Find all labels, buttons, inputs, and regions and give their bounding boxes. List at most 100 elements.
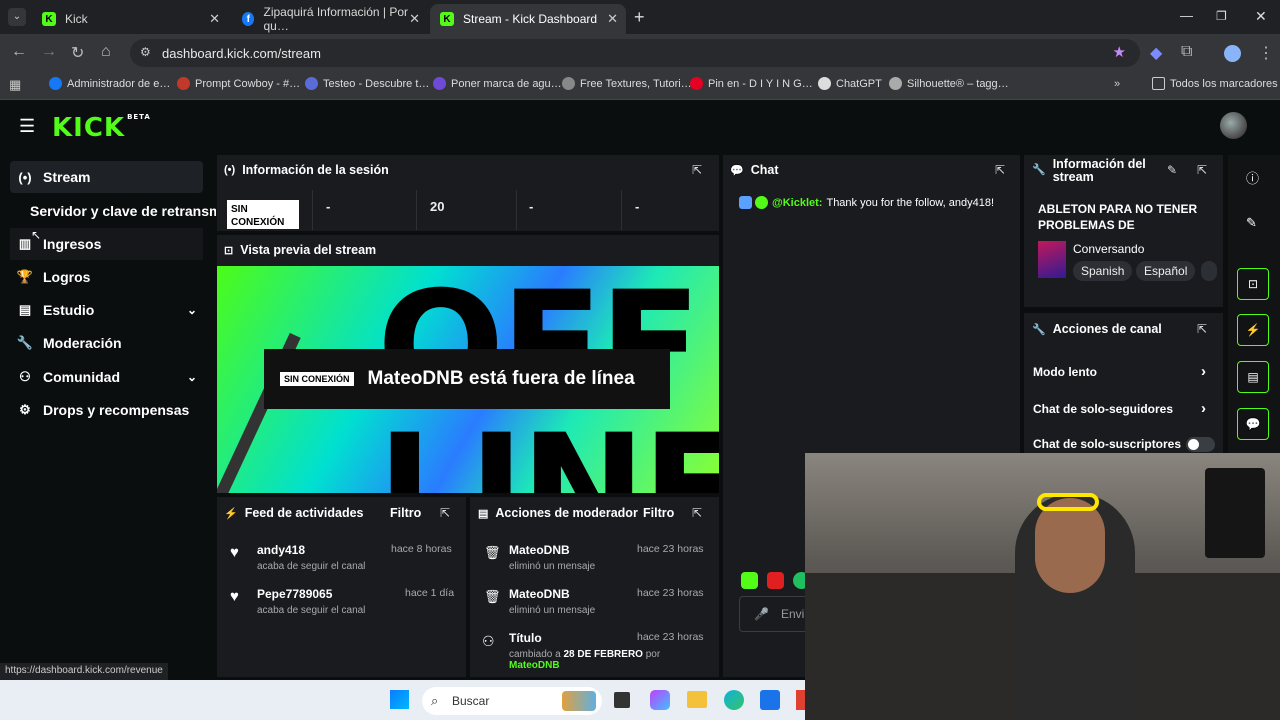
edge-icon[interactable] [724, 690, 744, 710]
close-icon[interactable]: ✕ [209, 11, 220, 27]
filter-button[interactable]: Filtro [390, 506, 421, 520]
kick-favicon-icon: K [440, 12, 454, 26]
chevron-right-icon: › [1201, 400, 1206, 417]
back-icon[interactable]: ← [11, 43, 27, 61]
mod-user: Título [509, 631, 542, 645]
logo-beta-tag: BETA [127, 113, 151, 121]
star-icon[interactable]: ★ [1113, 43, 1126, 61]
user-avatar[interactable] [1220, 112, 1247, 139]
emote-icon[interactable] [741, 572, 758, 589]
facebook-favicon-icon: f [242, 12, 255, 26]
explorer-icon[interactable] [687, 691, 707, 708]
hamburger-menu-icon[interactable]: ☰ [19, 116, 35, 137]
restore-button[interactable]: ❐ [1216, 9, 1227, 23]
popout-icon[interactable]: ⇱ [1197, 163, 1207, 177]
tab-zipaquira[interactable]: f Zipaquirá Información | Por qu… ✕ [232, 4, 428, 34]
edit-pencil-icon[interactable]: ✎ [1246, 215, 1257, 231]
category-name[interactable]: Conversando [1073, 242, 1144, 256]
chevron-down-icon[interactable]: ⌄ [187, 303, 197, 317]
minimize-button[interactable]: — [1180, 8, 1193, 23]
chevron-down-icon[interactable]: ⌄ [187, 370, 197, 384]
prompt-icon [177, 77, 190, 90]
sidebar-item-drops[interactable]: ⚙ Drops y recompensas [10, 394, 203, 426]
sidebar-item-logros[interactable]: 🏆 Logros [10, 261, 203, 293]
chrome-icon[interactable] [796, 690, 805, 710]
sidebar-item-comunidad[interactable]: ⚇ Comunidad ⌄ [10, 361, 203, 393]
popout-icon[interactable]: ⇱ [692, 163, 702, 177]
sidebar-item-servidor[interactable]: Servidor y clave de retransm [24, 195, 216, 227]
store-icon[interactable] [760, 690, 780, 710]
user-edit-icon: ⚇ [482, 633, 495, 649]
filter-button[interactable]: Filtro [643, 506, 674, 520]
popout-icon[interactable]: ⇱ [995, 163, 1005, 177]
kick-logo[interactable]: KICK BETA [52, 113, 151, 143]
edit-pencil-icon[interactable]: ✎ [1167, 163, 1177, 177]
search-highlight-icon [562, 691, 596, 711]
tab-kick-dashboard[interactable]: K Stream - Kick Dashboard ✕ [430, 4, 626, 34]
bookmark-item[interactable]: Pin en - D I Y I N G… [690, 77, 813, 90]
emote-icon[interactable] [767, 572, 784, 589]
home-icon[interactable]: ⌂ [101, 43, 111, 61]
extension-icon[interactable]: ◆ [1150, 43, 1162, 63]
new-tab-button[interactable]: + [634, 7, 645, 28]
kick-favicon-icon: K [42, 12, 56, 26]
chat-bubble-icon: 💬 [730, 164, 744, 177]
sidebar-item-stream[interactable]: (•) Stream [10, 161, 203, 193]
info-icon[interactable]: ⓘ [1246, 168, 1259, 187]
subscribers-only-row[interactable]: Chat de solo-suscriptores [1033, 437, 1215, 452]
tab-kick[interactable]: K Kick ✕ [32, 4, 228, 34]
bookmark-item[interactable]: Poner marca de agu… [433, 77, 562, 90]
close-icon[interactable]: ✕ [607, 11, 618, 27]
chat-username[interactable]: @Kicklet: [772, 197, 822, 209]
more-bookmarks-icon[interactable]: » [1114, 78, 1120, 90]
chat-input[interactable]: 🎤 Envi [739, 596, 809, 632]
rail-preview-button[interactable]: ⊡ [1237, 268, 1269, 300]
silhouette-icon [889, 77, 902, 90]
puzzle-icon[interactable]: ⧉ [1181, 43, 1192, 61]
window-close-button[interactable]: ✕ [1255, 8, 1267, 25]
reload-icon[interactable]: ↻ [71, 43, 84, 63]
rail-modactions-button[interactable]: ▤ [1237, 361, 1269, 393]
tag-chip[interactable]: Español [1136, 261, 1196, 281]
sidebar-item-estudio[interactable]: ▤ Estudio ⌄ [10, 294, 203, 326]
menu-dots-icon[interactable]: ⋮ [1258, 43, 1274, 63]
site-info-icon[interactable]: ⚙ [140, 45, 151, 59]
popout-icon[interactable]: ⇱ [692, 506, 702, 520]
apps-grid-icon[interactable]: ▦ [9, 77, 21, 93]
subscribers-only-toggle[interactable] [1186, 437, 1215, 452]
popout-icon[interactable]: ⇱ [1197, 322, 1207, 336]
trash-icon: 🗑 [484, 545, 501, 560]
tag-chip[interactable]: Spanish [1073, 261, 1133, 281]
all-bookmarks[interactable]: Todos los marcadores [1152, 77, 1278, 90]
forward-icon[interactable]: → [41, 43, 57, 61]
slow-mode-row[interactable]: Modo lento › [1033, 363, 1213, 380]
bookmark-item[interactable]: Testeo - Descubre t… [305, 77, 429, 90]
windows-start-icon[interactable] [390, 690, 409, 709]
bookmark-item[interactable]: Free Textures, Tutori… [562, 77, 692, 90]
bookmark-item[interactable]: Silhouette® – tagg… [889, 77, 1009, 90]
microphone-icon[interactable]: 🎤 [754, 607, 769, 621]
followers-only-row[interactable]: Chat de solo-seguidores › [1033, 400, 1213, 417]
category-thumbnail[interactable] [1038, 241, 1066, 278]
bookmark-item[interactable]: Administrador de e… [49, 77, 170, 90]
taskview-icon[interactable] [614, 692, 630, 708]
taskbar-search[interactable]: ⌕ Buscar [422, 687, 602, 715]
popout-icon[interactable]: ⇱ [440, 506, 450, 520]
profile-avatar[interactable] [1224, 45, 1241, 62]
all-bookmarks-label: Todos los marcadores [1170, 77, 1278, 90]
wrench-icon: 🔧 [1032, 323, 1046, 336]
rail-chat-button[interactable]: 💬 [1237, 408, 1269, 440]
tag-chip-overflow[interactable] [1201, 261, 1217, 281]
mod-by-user[interactable]: MateoDNB [509, 661, 560, 671]
copilot-icon[interactable] [650, 690, 670, 710]
bookmark-item[interactable]: Prompt Cowboy - #… [177, 77, 300, 90]
address-bar[interactable]: ⚙ dashboard.kick.com/stream ★ [130, 39, 1140, 67]
bookmark-item[interactable]: ChatGPT [818, 77, 882, 90]
tab-list-button[interactable]: ⌄ [8, 8, 26, 26]
browser-tabbar: ⌄ K Kick ✕ f Zipaquirá Información | Por… [0, 0, 1280, 34]
status-badge-text: SIN CONEXIÓN [231, 204, 285, 228]
close-icon[interactable]: ✕ [409, 11, 420, 27]
rail-activity-button[interactable]: ⚡ [1237, 314, 1269, 346]
sidebar-item-label: Logros [43, 269, 91, 285]
sidebar-item-moderacion[interactable]: 🔧 Moderación [10, 327, 203, 359]
